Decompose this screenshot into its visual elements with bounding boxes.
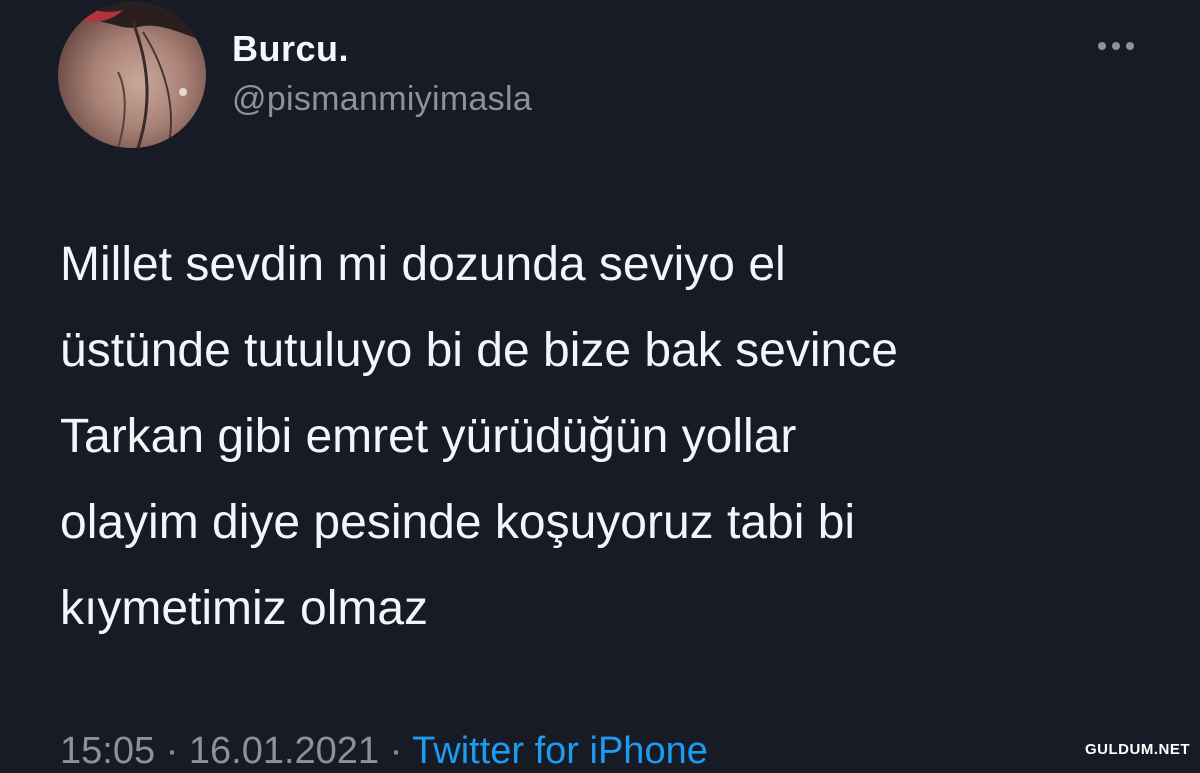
tweet-text-line: Tarkan gibi emret yürüdüğün yollar (60, 410, 797, 463)
tweet-card: Burcu. @pismanmiyimasla Millet sevdin mi… (0, 0, 1200, 772)
more-options-button[interactable] (1092, 34, 1140, 58)
avatar-photo (58, 2, 206, 148)
tweet-text-line: olayim diye pesinde koşuyoruz tabi bi (60, 496, 856, 549)
more-horizontal-icon (1098, 42, 1106, 50)
user-handle[interactable]: @pismanmiyimasla (232, 80, 532, 119)
watermark: GULDUM.NET (1085, 741, 1190, 758)
tweet-text-line: üstünde tutuluyo bi de bize bak sevince (60, 324, 898, 377)
display-name[interactable]: Burcu. (232, 28, 349, 70)
tweet-text-line: Millet sevdin mi dozunda seviyo el (60, 238, 786, 291)
tweet-text-line: kıymetimiz olmaz (60, 582, 429, 635)
more-horizontal-icon (1112, 42, 1120, 50)
avatar[interactable] (58, 2, 206, 148)
more-horizontal-icon (1126, 42, 1134, 50)
tweet-text: Millet sevdin mi dozunda seviyo el üstün… (60, 222, 1160, 652)
tweet-metadata: 15:05 · 16.01.2021 · Twitter for iPhone (60, 730, 708, 773)
